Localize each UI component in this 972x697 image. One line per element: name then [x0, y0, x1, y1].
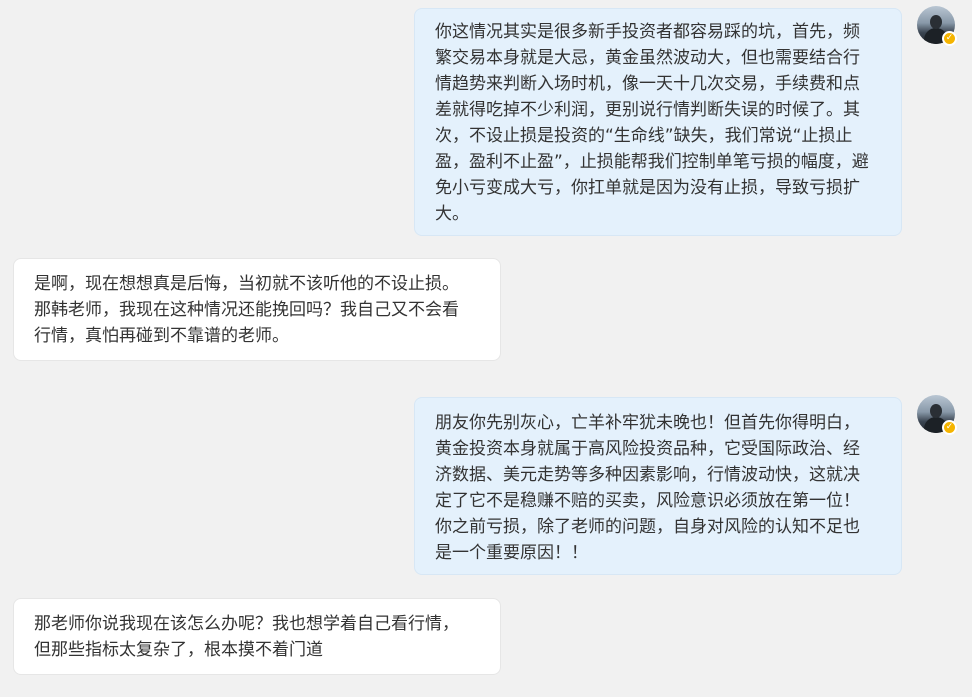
message-line: 那韩老师，我现在这种情况还能挽回吗？我自己又不会看 — [34, 300, 459, 320]
message-line: 繁交易本身就是大忌，黄金虽然波动大，但也需要结合行 — [435, 48, 860, 68]
message-line: 那老师你说我现在该怎么办呢？我也想学着自己看行情， — [34, 614, 459, 634]
chat-conversation: 你这情况其实是很多新手投资者都容易踩的坑，首先，频 繁交易本身就是大忌，黄金虽然… — [0, 0, 972, 697]
message-line: 次，不设止损是投资的“生命线”缺失，我们常说“止损止 — [435, 126, 853, 146]
verified-badge-icon: ✓ — [942, 420, 957, 435]
user-avatar[interactable]: ✓ — [917, 395, 957, 435]
message-bubble-self[interactable]: 你这情况其实是很多新手投资者都容易踩的坑，首先，频 繁交易本身就是大忌，黄金虽然… — [414, 8, 902, 236]
message-line: 你这情况其实是很多新手投资者都容易踩的坑，首先，频 — [435, 22, 860, 42]
message-line: 但那些指标太复杂了，根本摸不着门道 — [34, 640, 323, 660]
message-line: 黄金投资本身就属于高风险投资品种，它受国际政治、经 — [435, 439, 860, 459]
message-line: 定了它不是稳赚不赔的买卖，风险意识必须放在第一位！ — [435, 491, 860, 511]
message-bubble-other[interactable]: 是啊，现在想想真是后悔，当初就不该听他的不设止损。 那韩老师，我现在这种情况还能… — [13, 258, 501, 361]
message-line: 你之前亏损，除了老师的问题，自身对风险的认知不足也 — [435, 517, 860, 537]
message-line: 差就得吃掉不少利润，更别说行情判断失误的时候了。其 — [435, 100, 860, 120]
message-line: 是啊，现在想想真是后悔，当初就不该听他的不设止损。 — [34, 274, 459, 294]
message-line: 是一个重要原因！！ — [435, 543, 588, 563]
message-line: 大。 — [435, 204, 469, 224]
message-bubble-self[interactable]: 朋友你先别灰心，亡羊补牢犹未晚也！但首先你得明白， 黄金投资本身就属于高风险投资… — [414, 397, 902, 575]
message-line: 盈，盈利不止盈”，止损能帮我们控制单笔亏损的幅度，避 — [435, 152, 869, 172]
user-avatar[interactable]: ✓ — [917, 6, 957, 46]
message-line: 朋友你先别灰心，亡羊补牢犹未晚也！但首先你得明白， — [435, 413, 860, 433]
message-line: 情趋势来判断入场时机，像一天十几次交易，手续费和点 — [435, 74, 860, 94]
message-bubble-other[interactable]: 那老师你说我现在该怎么办呢？我也想学着自己看行情， 但那些指标太复杂了，根本摸不… — [13, 598, 501, 675]
verified-badge-icon: ✓ — [942, 31, 957, 46]
message-line: 行情，真怕再碰到不靠谱的老师。 — [34, 326, 289, 346]
message-line: 济数据、美元走势等多种因素影响，行情波动快，这就决 — [435, 465, 860, 485]
message-line: 免小亏变成大亏，你扛单就是因为没有止损，导致亏损扩 — [435, 178, 860, 198]
